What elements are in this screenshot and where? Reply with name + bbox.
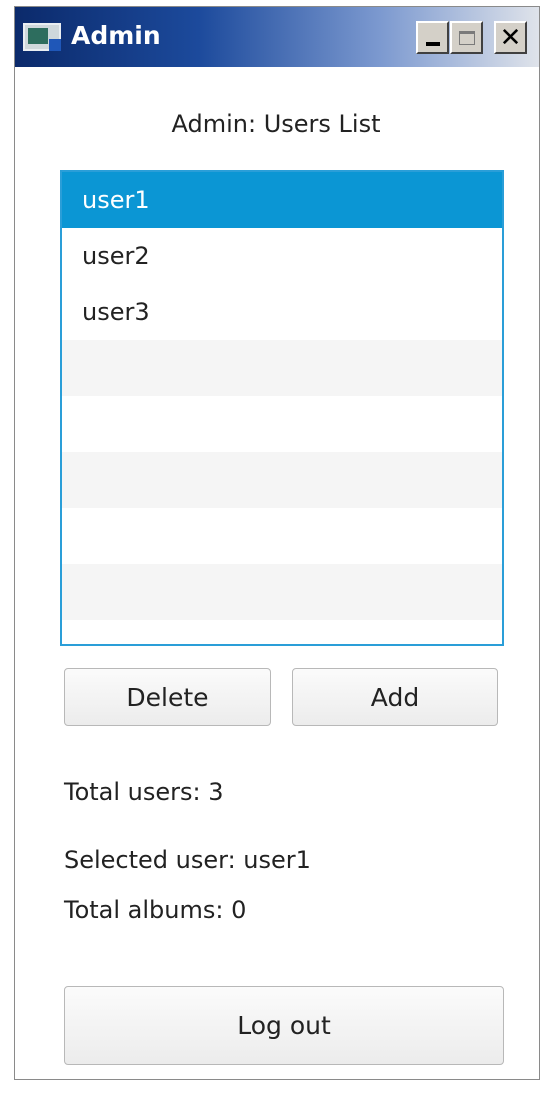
selected-user-label: Selected user: user1 [64, 846, 311, 874]
list-item[interactable]: user1 [62, 172, 502, 228]
delete-button[interactable]: Delete [64, 668, 271, 726]
maximize-icon [458, 30, 475, 45]
empty-list-row[interactable] [62, 340, 502, 396]
empty-list-row[interactable] [62, 508, 502, 564]
minimize-button[interactable] [416, 21, 449, 54]
add-button[interactable]: Add [292, 668, 498, 726]
window-app-icon [23, 23, 61, 51]
close-button[interactable]: ✕ [494, 21, 527, 54]
page-title: Admin: Users List [171, 110, 381, 138]
list-item[interactable]: user3 [62, 284, 502, 340]
empty-list-row[interactable] [62, 620, 502, 644]
list-item-label: user3 [82, 298, 150, 326]
total-users-label: Total users: 3 [64, 778, 224, 806]
users-listbox[interactable]: user1 user2 user3 [60, 170, 504, 646]
maximize-button[interactable] [450, 21, 483, 54]
minimize-icon [425, 41, 440, 46]
total-albums-label: Total albums: 0 [64, 896, 247, 924]
list-item[interactable]: user2 [62, 228, 502, 284]
empty-list-row[interactable] [62, 396, 502, 452]
logout-button[interactable]: Log out [64, 986, 504, 1065]
title-bar[interactable]: Admin ✕ [15, 7, 539, 67]
list-item-label: user2 [82, 242, 150, 270]
empty-list-row[interactable] [62, 452, 502, 508]
window-title: Admin [71, 21, 161, 50]
empty-list-row[interactable] [62, 564, 502, 620]
list-item-label: user1 [82, 186, 150, 214]
close-icon: ✕ [499, 22, 522, 53]
